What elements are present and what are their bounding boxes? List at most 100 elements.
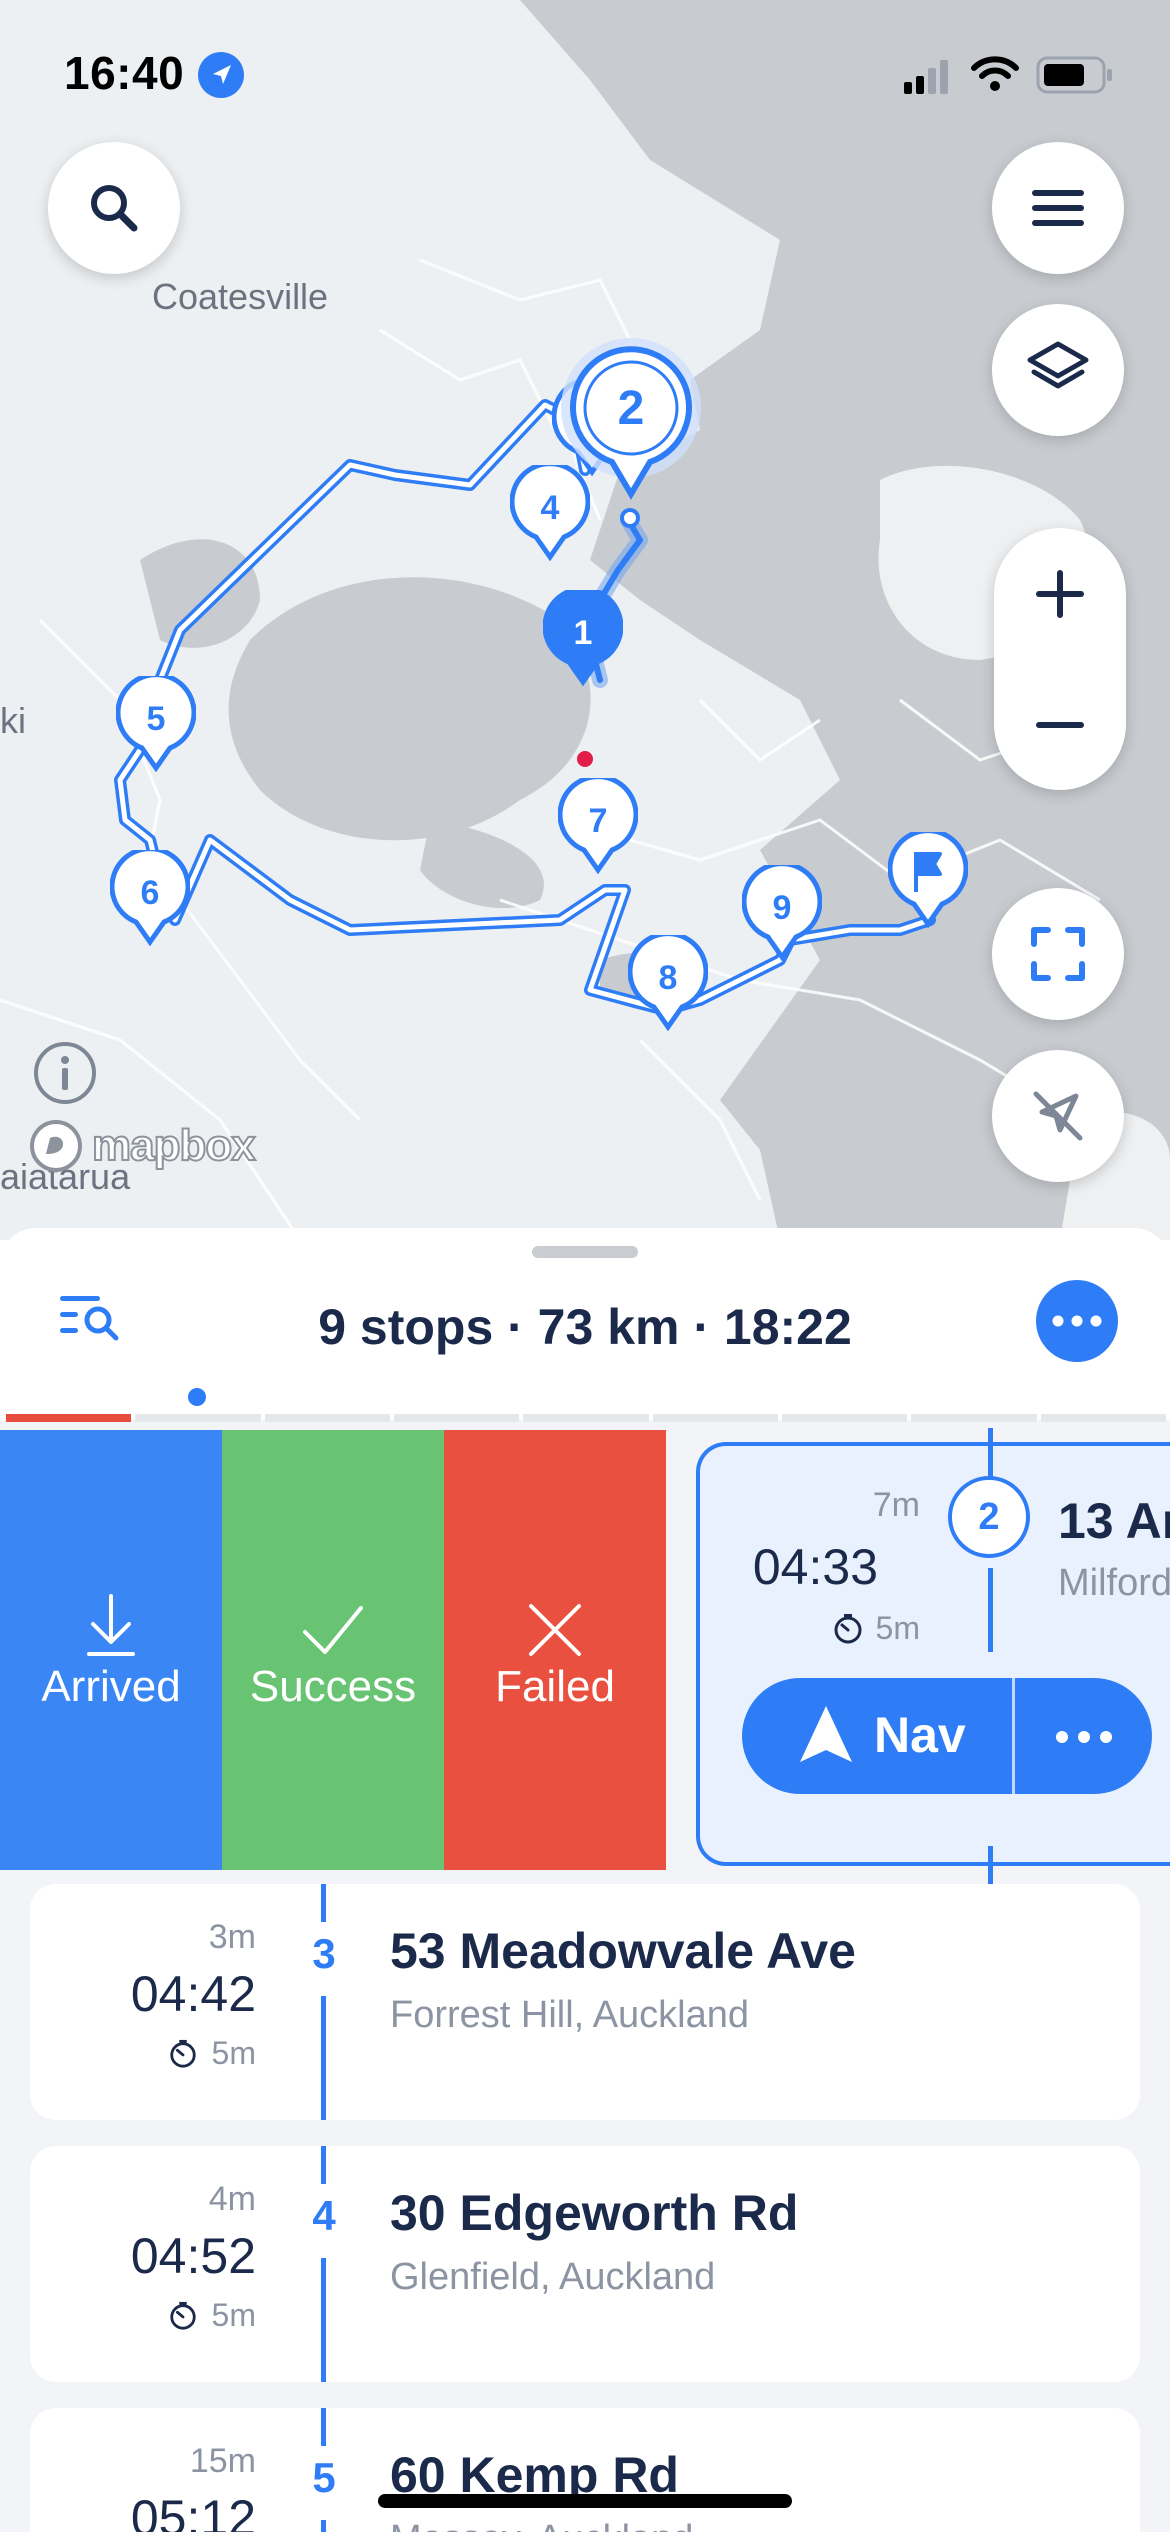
current-stop-wait: 5m bbox=[700, 1610, 920, 1647]
finish-flag-marker[interactable] bbox=[887, 828, 969, 929]
recenter-button[interactable] bbox=[992, 1050, 1124, 1182]
progress-segment bbox=[135, 1414, 261, 1422]
stop-eta: 05:12 bbox=[130, 2490, 256, 2532]
progress-segment bbox=[652, 1414, 778, 1422]
svg-text:2: 2 bbox=[618, 382, 645, 435]
stop-suburb: Glenfield, Auckland bbox=[390, 2256, 716, 2298]
stop-marker-label: 7 bbox=[589, 802, 608, 840]
stop-marker-6[interactable]: 6 bbox=[109, 846, 191, 947]
stop-card[interactable]: 4m 04:52 5m 4 30 Edgeworth Rd Glenfield, Auck… bbox=[30, 2146, 1140, 2382]
current-stop-suburb: Milford bbox=[1058, 1562, 1170, 1604]
route-options-button[interactable] bbox=[1036, 1280, 1118, 1362]
stop-drive-time: 3m bbox=[208, 1918, 256, 1956]
signal-icon bbox=[904, 60, 948, 94]
fit-route-button[interactable] bbox=[992, 888, 1124, 1020]
info-icon[interactable] bbox=[32, 1040, 98, 1106]
current-stop-wait-value: 5m bbox=[875, 1610, 920, 1646]
timeline-line bbox=[321, 2408, 326, 2446]
success-action-button[interactable]: Success bbox=[222, 1430, 444, 1870]
nav-button-divider bbox=[1012, 1678, 1015, 1794]
zoom-in-button[interactable] bbox=[994, 528, 1126, 659]
stop-number: 4 bbox=[312, 2192, 336, 2239]
progress-segment bbox=[782, 1414, 908, 1422]
progress-segment bbox=[523, 1414, 649, 1422]
stop-wait: 5m bbox=[30, 2297, 256, 2334]
progress-segment bbox=[264, 1414, 390, 1422]
zoom-out-button[interactable] bbox=[994, 659, 1126, 790]
route-map[interactable]: Coatesville ki aiatarua 134567892 16:40 bbox=[0, 0, 1170, 1240]
stop-marker-2-current[interactable]: 2 bbox=[556, 336, 706, 506]
minus-icon bbox=[1036, 721, 1084, 728]
location-arrow-icon bbox=[198, 52, 244, 98]
current-stop-eta: 04:33 bbox=[752, 1539, 878, 1595]
stop-marker-8[interactable]: 8 bbox=[627, 931, 709, 1032]
filter-search-icon[interactable] bbox=[58, 1292, 124, 1342]
flag-icon bbox=[887, 828, 969, 929]
timeline-line bbox=[321, 2520, 326, 2532]
nav-button-label: Nav bbox=[874, 1707, 966, 1763]
map-label-place: ki bbox=[0, 700, 26, 741]
stop-address: 53 Meadowvale Ave bbox=[390, 1923, 856, 1979]
progress-segment bbox=[6, 1414, 132, 1422]
timeline-line bbox=[988, 1846, 993, 1886]
stop-wait: 5m bbox=[30, 2035, 256, 2072]
stop-eta: 04:42 bbox=[130, 1966, 256, 2022]
fullscreen-icon bbox=[1031, 927, 1085, 981]
timeline-line bbox=[321, 1884, 326, 1922]
plus-icon bbox=[1036, 569, 1084, 618]
map-label-place: Coatesville bbox=[152, 276, 329, 317]
location-off-icon bbox=[1033, 1091, 1083, 1141]
wifi-icon bbox=[971, 56, 1019, 91]
stop-marker-1[interactable]: 1 bbox=[542, 586, 624, 687]
sheet-grabber[interactable] bbox=[532, 1246, 638, 1258]
current-stop-drive-time: 7m bbox=[872, 1486, 920, 1524]
stop-drive-time: 15m bbox=[189, 2442, 256, 2480]
timeline-line bbox=[988, 1428, 993, 1480]
battery-icon bbox=[1036, 56, 1112, 94]
timer-icon bbox=[834, 1614, 862, 1644]
map-layers-button[interactable] bbox=[992, 304, 1124, 436]
timer-icon bbox=[169, 2301, 196, 2330]
hamburger-icon bbox=[1032, 190, 1084, 226]
arrow-down-icon bbox=[83, 1588, 139, 1658]
search-icon bbox=[91, 185, 138, 232]
stop-marker-label: 8 bbox=[659, 959, 678, 997]
stop-card[interactable]: 3m 04:42 5m 3 53 Meadowvale Ave Forrest Hill,… bbox=[30, 1884, 1140, 2120]
stop-suburb: Forrest Hill, Auckland bbox=[390, 1994, 750, 2036]
stop-marker-7[interactable]: 7 bbox=[557, 774, 639, 875]
progress-segment bbox=[394, 1414, 520, 1422]
failed-action-label: Failed bbox=[495, 1662, 615, 1711]
stop-marker-label: 1 bbox=[574, 614, 593, 652]
timeline-line bbox=[321, 1996, 326, 2120]
status-bar: 16:40 bbox=[0, 0, 1170, 140]
failed-action-button[interactable]: Failed bbox=[444, 1430, 666, 1870]
stop-marker-5[interactable]: 5 bbox=[115, 672, 197, 773]
stop-more-icon[interactable] bbox=[1056, 1730, 1112, 1744]
stop-card[interactable]: 15m05:12560 Kemp RdMassey, Auckland bbox=[30, 2408, 1140, 2532]
stop-marker-label: 5 bbox=[147, 700, 166, 738]
current-stop-number: 2 bbox=[948, 1476, 1030, 1558]
stop-eta: 04:52 bbox=[130, 2228, 256, 2284]
navigation-arrow-icon bbox=[800, 1706, 852, 1762]
current-stop-address: 13 Ar bbox=[1058, 1493, 1170, 1549]
mapbox-wordmark: mapbox bbox=[91, 1120, 257, 1171]
route-summary: 9 stops · 73 km · 18:22 bbox=[318, 1299, 852, 1355]
home-indicator bbox=[378, 2494, 792, 2508]
arrived-action-button[interactable]: Arrived bbox=[0, 1430, 222, 1870]
stop-drive-time: 4m bbox=[208, 2180, 256, 2218]
x-icon bbox=[527, 1588, 583, 1658]
mapbox-logo: mapbox bbox=[28, 1118, 257, 1174]
timeline-line bbox=[988, 1568, 993, 1652]
nav-button[interactable]: Nav bbox=[742, 1678, 1152, 1794]
status-time: 16:40 bbox=[64, 47, 185, 99]
stop-marker-label: 6 bbox=[141, 874, 160, 912]
stop-marker-9[interactable]: 9 bbox=[741, 861, 823, 962]
search-button[interactable] bbox=[48, 142, 180, 274]
route-progress-bar bbox=[6, 1414, 1170, 1422]
stop-number: 3 bbox=[312, 1930, 336, 1977]
success-action-label: Success bbox=[249, 1662, 417, 1711]
menu-button[interactable] bbox=[992, 142, 1124, 274]
stop-number: 5 bbox=[312, 2454, 336, 2501]
progress-segment bbox=[1040, 1414, 1166, 1422]
current-stop-card[interactable]: 7m 04:33 5m 2 13 Ar Milford Nav bbox=[696, 1428, 1170, 1886]
